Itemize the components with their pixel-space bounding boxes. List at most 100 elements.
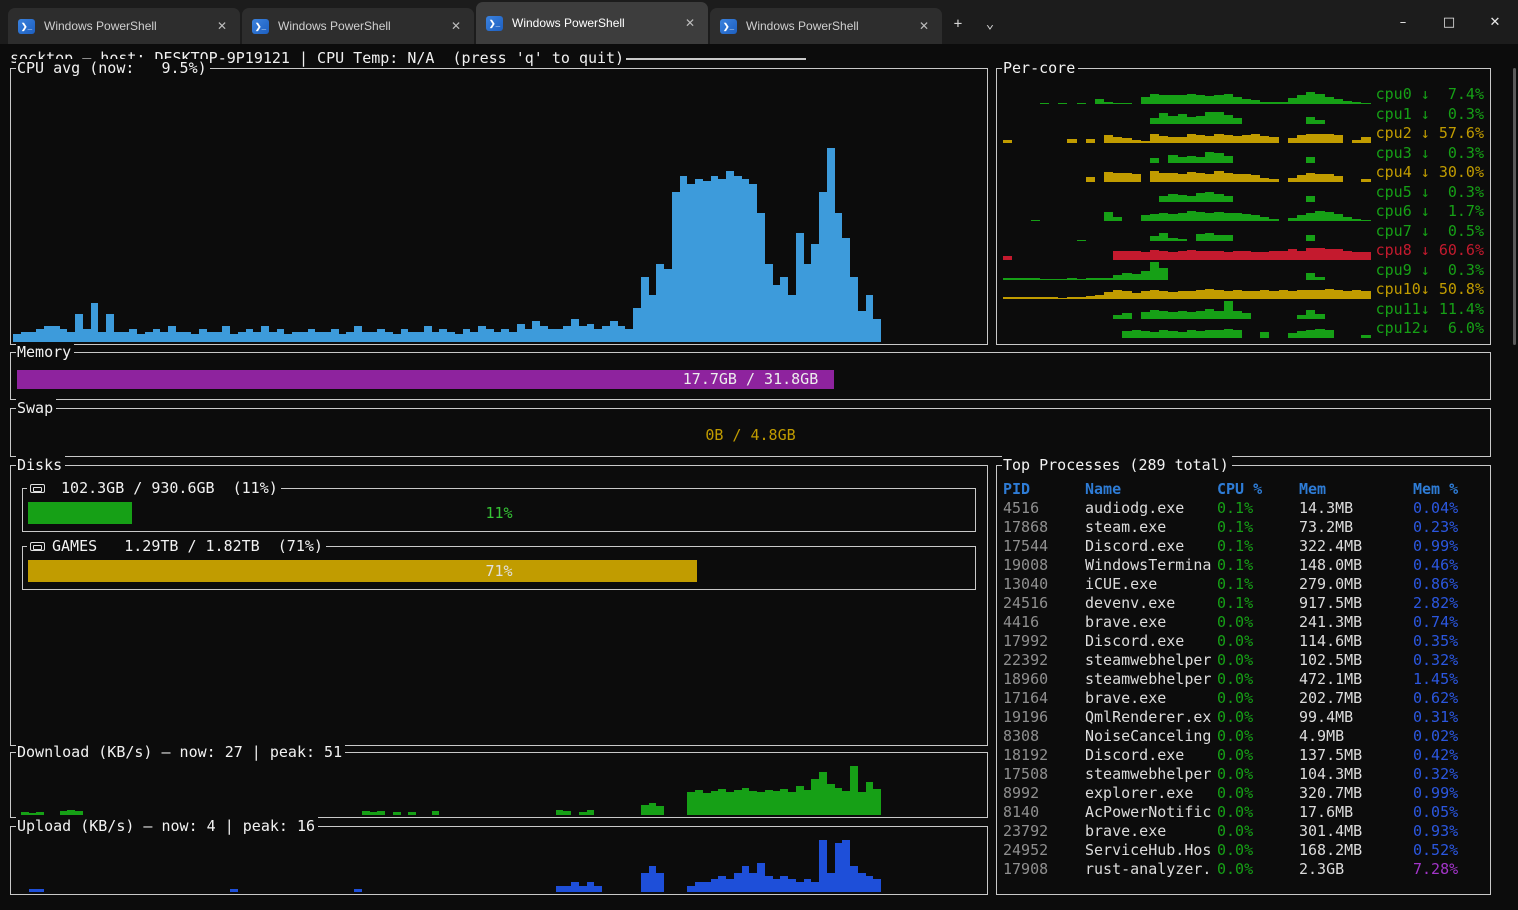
core-spark-bar — [1260, 290, 1269, 299]
cpu-avg-bar — [385, 332, 393, 342]
core-spark-bar — [1196, 95, 1205, 104]
download-bar — [563, 811, 571, 815]
core-label-cpu1: cpu1 ↓ 0.3% — [1371, 105, 1486, 124]
core-spark-bar — [1224, 156, 1233, 163]
core-spark-bar — [1269, 137, 1278, 143]
core-label-cpu11: cpu11↓ 11.4% — [1371, 300, 1486, 319]
core-spark-bar — [1104, 212, 1113, 221]
core-spark-bar — [1224, 115, 1233, 124]
tab-windows-powershell[interactable]: ❯_Windows PowerShell✕ — [8, 8, 240, 44]
process-name: WindowsTermina — [1085, 556, 1217, 575]
cpu-avg-bar — [463, 329, 471, 342]
core-spark-bar — [1150, 262, 1159, 279]
process-cpu-pct: 0.1% — [1217, 499, 1299, 518]
process-mem-pct: 0.05% — [1413, 803, 1487, 822]
core-row-cpu5: cpu5 ↓ 0.3% — [1003, 183, 1486, 202]
terminal-scrollbar-thumb[interactable] — [1513, 68, 1516, 345]
core-spark-bar — [1168, 155, 1177, 163]
core-spark-bar — [1168, 95, 1177, 105]
upload-title: Upload (KB/s) — now: 4 | peak: 16 — [16, 817, 318, 835]
cpu-avg-bar — [850, 277, 858, 342]
core-spark-bar — [1315, 174, 1324, 182]
core-spark-bar — [1178, 213, 1187, 221]
core-spark-bar — [1242, 174, 1251, 182]
process-name: steamwebhelper — [1085, 670, 1217, 689]
process-mem-pct: 0.46% — [1413, 556, 1487, 575]
cpu-avg-bar — [230, 334, 238, 342]
disks-title: Disks — [16, 456, 65, 474]
core-row-cpu1: cpu1 ↓ 0.3% — [1003, 105, 1486, 124]
core-spark-bar — [1343, 291, 1352, 299]
core-spark-bar — [1159, 113, 1168, 123]
core-spark-bar — [1315, 120, 1324, 124]
core-spark-bar — [1178, 332, 1187, 338]
download-bar — [587, 810, 595, 815]
tab-dropdown-button[interactable]: ⌄ — [974, 8, 1006, 40]
core-spark-bar — [1325, 97, 1334, 104]
tab-close-icon[interactable]: ✕ — [916, 19, 932, 33]
tab-close-icon[interactable]: ✕ — [448, 19, 464, 33]
core-spark-bar — [1224, 235, 1233, 240]
tab-close-icon[interactable]: ✕ — [214, 19, 230, 33]
new-tab-button[interactable]: + — [942, 8, 974, 40]
core-spark-bar — [1361, 335, 1370, 338]
core-spark-bar — [1168, 116, 1177, 124]
cpu-avg-bar — [525, 329, 533, 342]
tab-windows-powershell[interactable]: ❯_Windows PowerShell✕ — [710, 8, 942, 44]
process-name: AcPowerNotific — [1085, 803, 1217, 822]
tab-windows-powershell[interactable]: ❯_Windows PowerShell✕ — [242, 8, 474, 44]
core-spark-bar — [1279, 290, 1288, 299]
core-spark-bar — [1224, 252, 1233, 260]
cpu-avg-bar — [176, 332, 184, 342]
core-spark-bar — [1306, 134, 1315, 144]
minimize-button[interactable]: – — [1380, 0, 1426, 44]
download-bar — [649, 803, 657, 815]
core-spark-bar — [1168, 252, 1177, 260]
process-pid: 8308 — [1003, 727, 1085, 746]
core-spark-bar — [1214, 311, 1223, 319]
cpu-avg-bar — [470, 332, 478, 342]
process-cpu-pct: 0.0% — [1217, 803, 1299, 822]
cpu-avg-bar — [501, 329, 509, 342]
download-bar — [773, 791, 781, 815]
process-cpu-pct: 0.0% — [1217, 841, 1299, 860]
core-spark-bar — [1113, 217, 1122, 221]
cpu-avg-bar — [339, 334, 347, 342]
upload-bar — [819, 840, 827, 892]
memory-gauge-label: 17.7GB / 31.8GB — [17, 370, 1484, 389]
core-spark-bar — [1306, 290, 1315, 299]
core-spark-bar — [1159, 233, 1168, 241]
core-spark-bar — [1233, 251, 1242, 260]
window-controls: – □ ✕ — [1380, 0, 1518, 44]
cpu-avg-bar — [207, 332, 215, 342]
upload-bar — [811, 882, 819, 892]
cpu-avg-bar — [432, 332, 440, 342]
core-spark-bar — [1141, 271, 1150, 280]
download-bar — [780, 789, 788, 815]
tab-windows-powershell[interactable]: ❯_Windows PowerShell✕ — [476, 2, 708, 44]
cpu-avg-bar — [835, 213, 843, 343]
core-sparkline-cpu4 — [1003, 163, 1371, 182]
download-bar — [67, 810, 75, 815]
cpu-avg-bar — [711, 176, 719, 342]
download-bar — [866, 782, 874, 815]
cpu-avg-bar — [664, 269, 672, 342]
core-spark-bar — [1122, 273, 1131, 280]
cpu-avg-bar — [858, 311, 866, 342]
cpu-avg-bar — [765, 264, 773, 342]
core-label-cpu12: cpu12↓ 6.0% — [1371, 319, 1486, 338]
close-button[interactable]: ✕ — [1472, 0, 1518, 44]
cpu-avg-bar — [494, 332, 502, 342]
cpu-avg-bar — [277, 329, 285, 342]
core-spark-bar — [1233, 97, 1242, 104]
maximize-button[interactable]: □ — [1426, 0, 1472, 44]
core-spark-bar — [1306, 213, 1315, 221]
process-cpu-pct: 0.1% — [1217, 518, 1299, 537]
tab-close-icon[interactable]: ✕ — [682, 16, 698, 30]
cpu-avg-bar — [52, 326, 60, 342]
core-spark-bar — [1251, 100, 1260, 104]
cpu-avg-bar — [106, 314, 114, 342]
core-spark-bar — [1334, 290, 1343, 299]
download-bar — [850, 766, 858, 815]
process-mem-pct: 0.74% — [1413, 613, 1487, 632]
